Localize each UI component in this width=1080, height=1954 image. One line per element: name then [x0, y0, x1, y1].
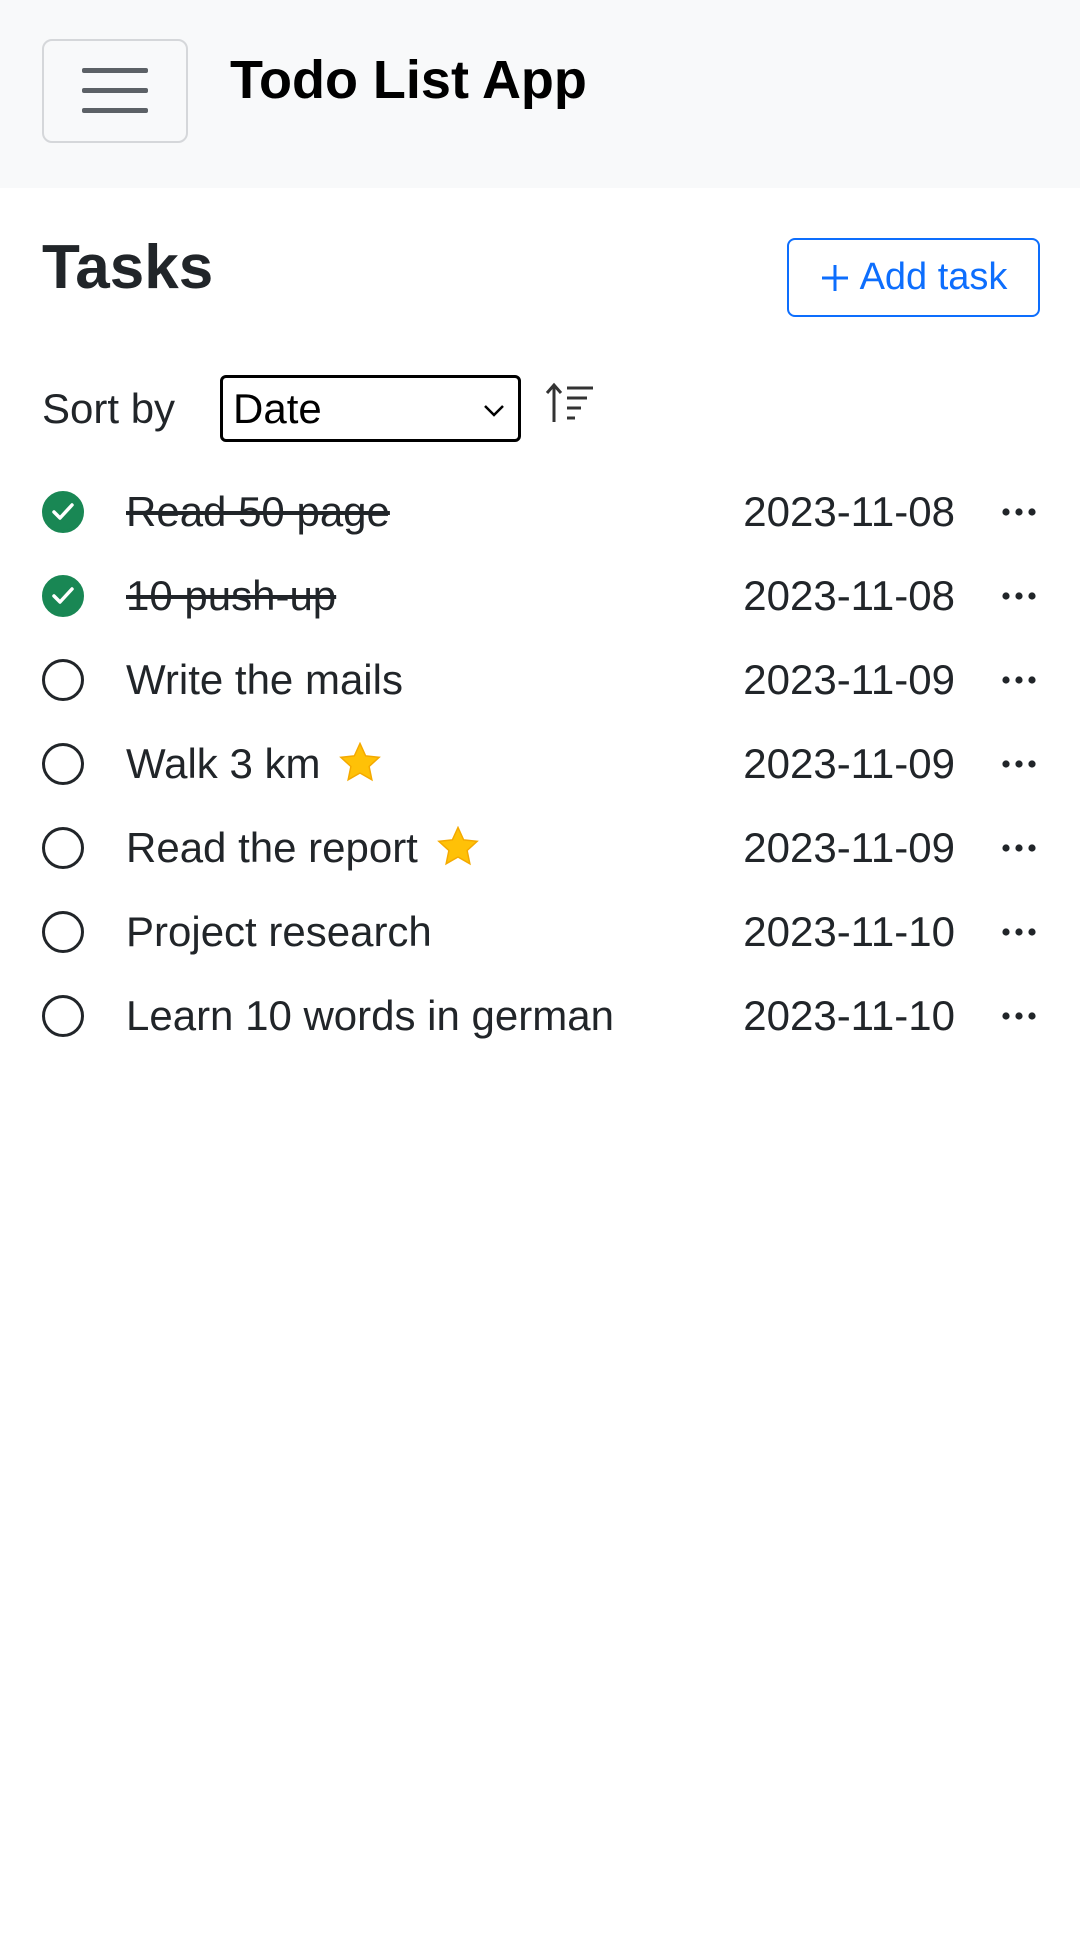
task-date: 2023-11-09	[743, 656, 955, 703]
task-date: 2023-11-08	[743, 488, 955, 535]
task-checkbox[interactable]	[42, 743, 84, 785]
task-row[interactable]: Read 50 page 2023-11-08	[0, 470, 1080, 554]
task-checkbox-checked[interactable]	[42, 575, 84, 617]
check-icon	[52, 587, 74, 604]
more-options-icon[interactable]	[1000, 834, 1040, 862]
sort-ascending-icon[interactable]	[545, 382, 595, 424]
more-options-icon[interactable]	[1000, 498, 1040, 526]
task-date: 2023-11-10	[743, 908, 955, 955]
hamburger-icon	[82, 68, 148, 113]
more-options-icon[interactable]	[1000, 918, 1040, 946]
sort-select[interactable]: Date	[220, 375, 521, 442]
task-title: Learn 10 words in german	[126, 990, 614, 1042]
chevron-down-icon	[484, 405, 504, 417]
more-options-icon[interactable]	[1000, 666, 1040, 694]
task-date: 2023-11-08	[743, 572, 955, 619]
task-title-text: Walk 3 km	[126, 740, 321, 787]
task-title: Write the mails	[126, 654, 403, 706]
task-title: Read the report	[126, 822, 480, 874]
add-task-button[interactable]: Add task	[787, 238, 1040, 317]
add-task-label: Add task	[859, 256, 1008, 298]
plus-icon	[821, 264, 848, 291]
task-row[interactable]: Learn 10 words in german 2023-11-10	[0, 974, 1080, 1058]
star-icon	[436, 825, 479, 866]
task-title: Read 50 page	[126, 486, 390, 538]
task-checkbox[interactable]	[42, 827, 84, 869]
task-checkbox[interactable]	[42, 995, 84, 1037]
task-checkbox-checked[interactable]	[42, 491, 84, 533]
more-options-icon[interactable]	[1000, 1002, 1040, 1030]
task-title-text: 10 push-up	[126, 572, 337, 619]
task-title-text: Write the mails	[126, 656, 403, 703]
check-icon	[52, 503, 74, 520]
task-date: 2023-11-09	[743, 824, 955, 871]
task-row[interactable]: Project research 2023-11-10	[0, 890, 1080, 974]
sort-selected-value: Date	[233, 384, 322, 432]
task-date: 2023-11-10	[743, 992, 955, 1039]
task-title-text: Learn 10 words in german	[126, 992, 614, 1039]
menu-toggle-button[interactable]	[42, 39, 188, 143]
task-title: Walk 3 km	[126, 738, 382, 790]
page-title: Tasks	[42, 233, 214, 302]
sort-label: Sort by	[42, 385, 176, 432]
task-date: 2023-11-09	[743, 740, 955, 787]
task-title-text: Read the report	[126, 824, 418, 871]
task-checkbox[interactable]	[42, 911, 84, 953]
task-row[interactable]: Write the mails 2023-11-09	[0, 638, 1080, 722]
task-row[interactable]: Walk 3 km 2023-11-09	[0, 722, 1080, 806]
star-icon	[339, 741, 382, 782]
app-title: Todo List App	[230, 50, 587, 110]
more-options-icon[interactable]	[1000, 750, 1040, 778]
task-title-text: Read 50 page	[126, 488, 390, 535]
task-title-text: Project research	[126, 908, 432, 955]
more-options-icon[interactable]	[1000, 582, 1040, 610]
task-row[interactable]: Read the report 2023-11-09	[0, 806, 1080, 890]
task-title: 10 push-up	[126, 570, 336, 622]
task-title: Project research	[126, 906, 432, 958]
task-row[interactable]: 10 push-up 2023-11-08	[0, 554, 1080, 638]
task-checkbox[interactable]	[42, 659, 84, 701]
navbar: Todo List App	[0, 0, 1080, 188]
